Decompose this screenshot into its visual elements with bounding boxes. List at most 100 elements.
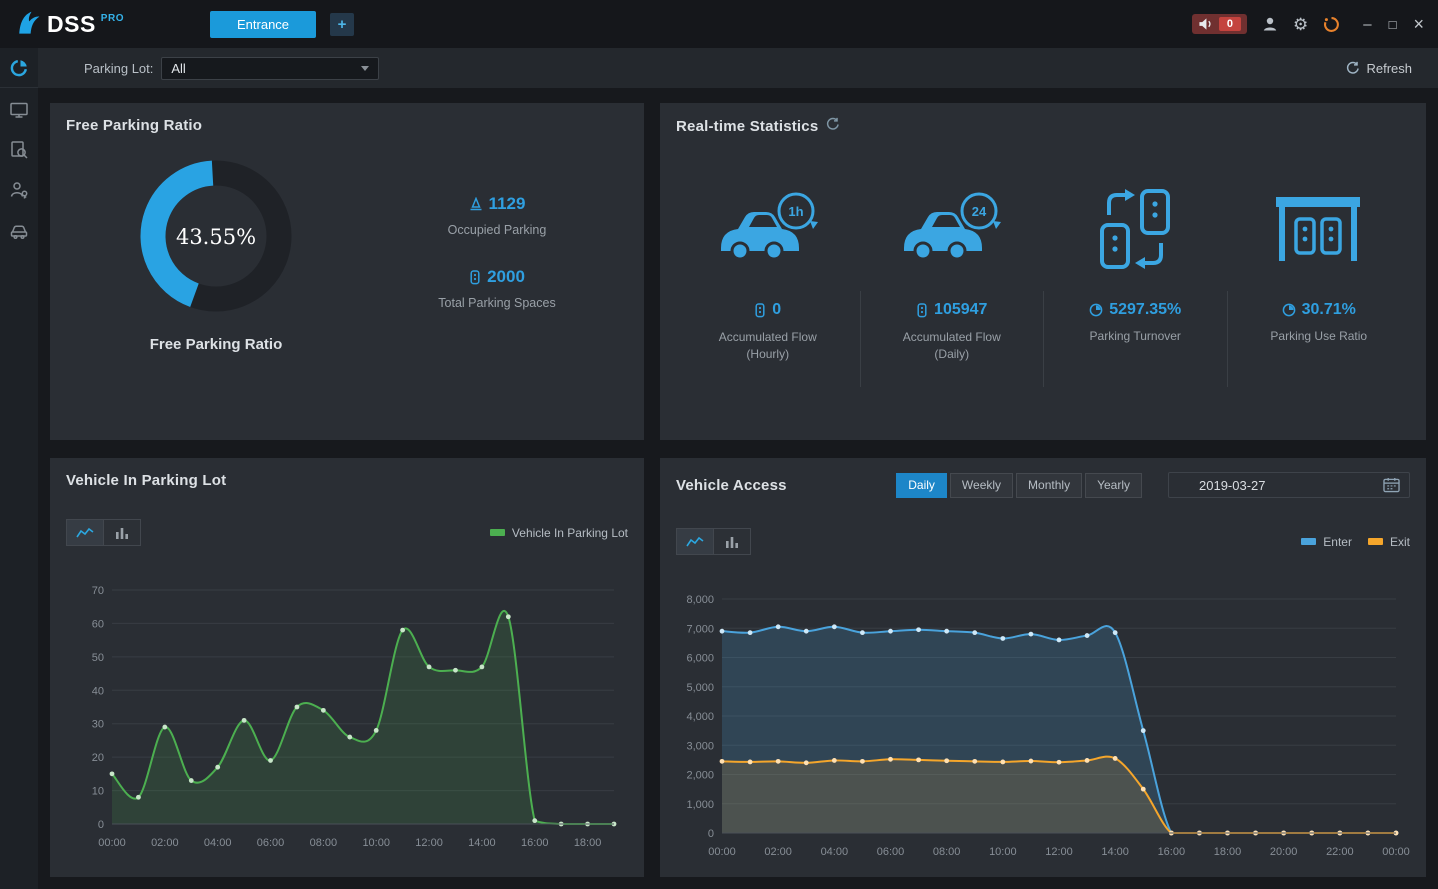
car-icon bbox=[9, 220, 29, 240]
refresh-button[interactable]: Refresh bbox=[1346, 61, 1412, 76]
stat-parking-use-ratio: 30.71% Parking Use Ratio bbox=[1227, 167, 1411, 387]
line-chart-icon bbox=[76, 527, 94, 539]
add-tab-button[interactable]: + bbox=[330, 13, 354, 36]
stat-accumulated-flow-daily: 24 105947 Accumulated Flow (Dai bbox=[860, 167, 1044, 387]
titlebar: DSS PRO Entrance + 0 ⚙ – □ × bbox=[0, 0, 1438, 48]
svg-text:24: 24 bbox=[972, 204, 987, 219]
total-spaces-label: Total Parking Spaces bbox=[438, 296, 555, 310]
parking-lot-select[interactable]: All bbox=[161, 57, 379, 80]
sidebar-item-search[interactable] bbox=[0, 130, 38, 170]
svg-text:14:00: 14:00 bbox=[1101, 846, 1129, 858]
sidebar-item-personnel[interactable] bbox=[0, 170, 38, 210]
sidebar-item-liveview[interactable] bbox=[0, 90, 38, 130]
speaker-icon bbox=[1198, 17, 1213, 31]
svg-text:40: 40 bbox=[92, 685, 104, 697]
calendar-icon bbox=[1383, 477, 1400, 493]
meter-icon bbox=[754, 303, 766, 318]
svg-text:0: 0 bbox=[708, 828, 714, 840]
meter-icon bbox=[916, 303, 928, 318]
stat-sublabel: (Hourly) bbox=[676, 347, 860, 362]
svg-text:0: 0 bbox=[98, 819, 104, 831]
period-tabs: Daily Weekly Monthly Yearly bbox=[896, 473, 1142, 498]
panel-title-free-parking: Free Parking Ratio bbox=[66, 117, 628, 134]
maximize-button[interactable]: □ bbox=[1389, 18, 1397, 31]
date-picker[interactable]: 2019-03-27 bbox=[1168, 472, 1410, 498]
date-value: 2019-03-27 bbox=[1199, 478, 1266, 493]
svg-text:20:00: 20:00 bbox=[1270, 846, 1298, 858]
alarm-count-badge: 0 bbox=[1219, 17, 1241, 31]
cone-icon bbox=[469, 197, 483, 211]
svg-text:5,000: 5,000 bbox=[686, 682, 714, 694]
parking-lot-selected-value: All bbox=[171, 61, 185, 76]
tab-monthly[interactable]: Monthly bbox=[1016, 473, 1082, 498]
chart-type-toggle bbox=[66, 519, 141, 546]
clock-pie-icon bbox=[1282, 303, 1296, 317]
dss-application: DSS PRO Entrance + 0 ⚙ – □ × bbox=[0, 0, 1438, 889]
parking-lot-label: Parking Lot: bbox=[84, 61, 153, 76]
svg-text:60: 60 bbox=[92, 618, 104, 630]
sidebar-item-vehicle[interactable] bbox=[0, 210, 38, 250]
sidebar-item-statistics[interactable] bbox=[0, 48, 38, 88]
tab-yearly[interactable]: Yearly bbox=[1085, 473, 1142, 498]
vehicle-in-lot-panel: Vehicle In Parking Lot bbox=[50, 458, 644, 877]
free-parking-ratio-panel: Free Parking Ratio 43.55% Free Parking R… bbox=[50, 103, 644, 440]
car-1h-icon: 1h bbox=[712, 167, 824, 291]
sidebar bbox=[0, 48, 38, 889]
stat-value: 30.71% bbox=[1302, 301, 1356, 319]
turnover-icon bbox=[1079, 167, 1191, 291]
svg-text:14:00: 14:00 bbox=[468, 837, 496, 849]
legend-enter: Enter bbox=[1301, 535, 1352, 549]
wizard-icon[interactable] bbox=[1323, 16, 1340, 33]
tab-entrance[interactable]: Entrance bbox=[210, 11, 316, 38]
legend-exit: Exit bbox=[1368, 535, 1410, 549]
svg-text:3,000: 3,000 bbox=[686, 740, 714, 752]
svg-text:4,000: 4,000 bbox=[686, 711, 714, 723]
stat-label: Accumulated Flow bbox=[861, 330, 1044, 345]
vehicle-in-lot-chart: 01020304050607000:0002:0004:0006:0008:00… bbox=[66, 582, 628, 854]
donut-caption: Free Parking Ratio bbox=[150, 336, 283, 353]
stat-value: 105947 bbox=[934, 301, 987, 319]
svg-text:08:00: 08:00 bbox=[933, 846, 961, 858]
svg-text:10: 10 bbox=[92, 786, 104, 798]
tab-daily[interactable]: Daily bbox=[896, 473, 947, 498]
svg-text:06:00: 06:00 bbox=[257, 837, 285, 849]
svg-text:00:00: 00:00 bbox=[1382, 846, 1410, 858]
bar-chart-toggle[interactable] bbox=[103, 519, 141, 546]
tab-weekly[interactable]: Weekly bbox=[950, 473, 1013, 498]
bar-chart-icon bbox=[725, 536, 739, 548]
svg-text:18:00: 18:00 bbox=[574, 837, 602, 849]
realtime-refresh-icon[interactable] bbox=[826, 117, 840, 135]
record-search-icon bbox=[9, 140, 29, 160]
occupied-parking-stat: 1129 Occupied Parking bbox=[448, 194, 547, 237]
panel-title-vehicle-in-lot: Vehicle In Parking Lot bbox=[66, 472, 628, 489]
line-chart-toggle[interactable] bbox=[676, 528, 714, 555]
svg-text:02:00: 02:00 bbox=[764, 846, 792, 858]
line-chart-toggle[interactable] bbox=[66, 519, 104, 546]
logo-badge: PRO bbox=[101, 13, 124, 24]
legend-label: Exit bbox=[1390, 535, 1410, 549]
panel-title-vehicle-access: Vehicle Access bbox=[676, 477, 787, 494]
stat-accumulated-flow-hourly: 1h 0 Accumulated Flow (Hourly) bbox=[676, 167, 860, 387]
bar-chart-icon bbox=[115, 527, 129, 539]
stat-label: Parking Use Ratio bbox=[1228, 329, 1411, 344]
settings-gear-icon[interactable]: ⚙ bbox=[1293, 16, 1308, 33]
svg-text:20: 20 bbox=[92, 752, 104, 764]
alarm-center-button[interactable]: 0 bbox=[1192, 14, 1247, 34]
close-button[interactable]: × bbox=[1413, 15, 1424, 33]
orange-swatch bbox=[1368, 538, 1383, 545]
svg-text:18:00: 18:00 bbox=[1214, 846, 1242, 858]
user-icon[interactable] bbox=[1262, 16, 1278, 32]
bar-chart-toggle[interactable] bbox=[713, 528, 751, 555]
svg-text:6,000: 6,000 bbox=[686, 653, 714, 665]
svg-text:70: 70 bbox=[92, 585, 104, 597]
svg-text:04:00: 04:00 bbox=[821, 846, 849, 858]
stat-value: 0 bbox=[772, 301, 781, 319]
clock-pie-icon bbox=[1089, 303, 1103, 317]
titlebar-controls: 0 ⚙ – □ × bbox=[1192, 14, 1424, 34]
legend-vehicle-in-lot: Vehicle In Parking Lot bbox=[490, 526, 628, 540]
minimize-button[interactable]: – bbox=[1363, 17, 1371, 32]
meter-icon bbox=[469, 270, 481, 285]
svg-text:12:00: 12:00 bbox=[415, 837, 443, 849]
car-24h-icon: 24 bbox=[895, 167, 1007, 291]
occupied-parking-value: 1129 bbox=[489, 194, 526, 214]
